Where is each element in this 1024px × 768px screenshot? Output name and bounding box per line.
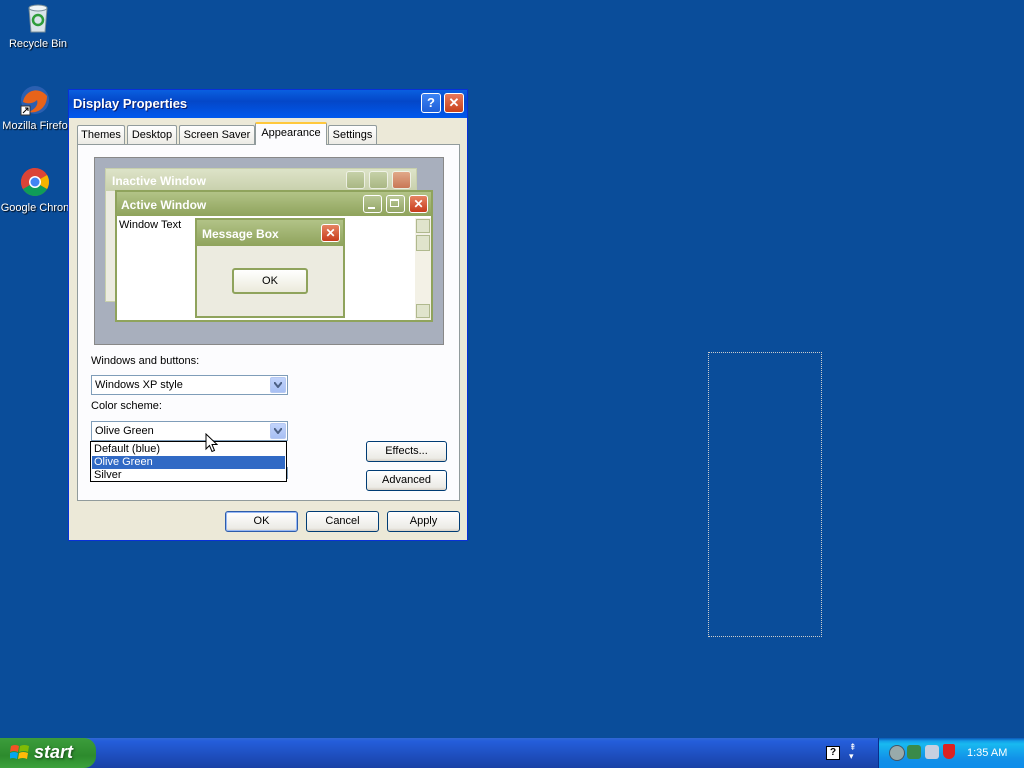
desktop-icon-label: Recycle Bin bbox=[8, 38, 68, 50]
preview-active-title: Active Window bbox=[121, 198, 207, 212]
scroll-up-icon bbox=[416, 219, 430, 233]
windows-logo-icon bbox=[9, 744, 30, 765]
dropdown-option-default-blue[interactable]: Default (blue) bbox=[92, 443, 285, 456]
system-tray: 1:35 AM bbox=[878, 738, 1024, 768]
color-scheme-label: Color scheme: bbox=[91, 400, 162, 412]
start-button[interactable]: start bbox=[0, 738, 96, 768]
desktop-icon-label: Google Chron bbox=[0, 202, 70, 214]
advanced-button[interactable]: Advanced bbox=[366, 470, 447, 491]
desktop-selection-rectangle bbox=[708, 352, 822, 637]
close-icon: ✕ bbox=[448, 95, 460, 110]
scroll-down-icon bbox=[416, 304, 430, 318]
sound-tray-icon[interactable] bbox=[889, 745, 905, 761]
tab-settings[interactable]: Settings bbox=[328, 125, 377, 144]
help-icon: ? bbox=[427, 95, 435, 110]
start-label: start bbox=[34, 742, 74, 762]
scroll-thumb bbox=[416, 235, 430, 251]
help-button[interactable]: ? bbox=[421, 93, 441, 113]
firefox-icon bbox=[19, 84, 51, 116]
cancel-button[interactable]: Cancel bbox=[306, 511, 379, 532]
help-tray-icon[interactable]: ? bbox=[826, 746, 840, 760]
appearance-preview: Inactive Window Active Window ✕ Window T… bbox=[94, 157, 444, 345]
preview-inactive-title-bar: Inactive Window bbox=[106, 169, 416, 191]
dropdown-option-silver[interactable]: Silver bbox=[92, 469, 285, 482]
close-button[interactable]: ✕ bbox=[444, 93, 464, 113]
maximize-icon bbox=[369, 171, 388, 189]
mouse-cursor-icon bbox=[205, 432, 219, 456]
window-title: Display Properties bbox=[73, 96, 188, 111]
dropdown-option-olive-green[interactable]: Olive Green bbox=[92, 456, 285, 469]
title-bar[interactable]: Display Properties ? ✕ bbox=[69, 90, 467, 118]
chevron-down-icon[interactable] bbox=[270, 423, 286, 439]
tab-appearance[interactable]: Appearance bbox=[255, 122, 327, 145]
recycle-bin-icon bbox=[22, 2, 54, 34]
tab-screen-saver[interactable]: Screen Saver bbox=[179, 125, 255, 144]
windows-buttons-label: Windows and buttons: bbox=[91, 355, 200, 367]
preview-message-box-title: Message Box bbox=[202, 227, 279, 241]
chevron-down-icon[interactable] bbox=[270, 377, 286, 393]
color-scheme-dropdown-list: Default (blue) Olive Green Silver bbox=[90, 441, 287, 482]
preview-active-title-bar: Active Window ✕ bbox=[117, 192, 431, 216]
tab-themes[interactable]: Themes bbox=[77, 125, 125, 144]
close-icon: ✕ bbox=[409, 195, 428, 213]
preview-window-text: Window Text bbox=[119, 219, 182, 231]
desktop-icon-recycle-bin[interactable]: Recycle Bin bbox=[0, 2, 76, 50]
maximize-icon bbox=[386, 195, 405, 213]
windows-buttons-select[interactable]: Windows XP style bbox=[91, 375, 288, 395]
desktop-icon-chrome[interactable]: Google Chron bbox=[0, 166, 73, 214]
close-icon bbox=[392, 171, 411, 189]
apply-button[interactable]: Apply bbox=[387, 511, 460, 532]
minimize-icon bbox=[363, 195, 382, 213]
desktop-icon-firefox[interactable]: Mozilla Firefo bbox=[0, 84, 73, 132]
taskbar-clock[interactable]: 1:35 AM bbox=[967, 747, 1007, 759]
preview-ok-button: OK bbox=[232, 268, 308, 294]
security-tray-icon[interactable] bbox=[925, 745, 939, 759]
preview-inactive-title: Inactive Window bbox=[112, 174, 206, 188]
minimize-icon bbox=[346, 171, 365, 189]
shield-tray-icon[interactable] bbox=[943, 744, 955, 759]
tray-expand-icon[interactable]: ⇞ ▾ bbox=[849, 743, 857, 761]
close-icon: ✕ bbox=[321, 224, 340, 242]
preview-scrollbar bbox=[415, 218, 431, 320]
network-tray-icon[interactable] bbox=[907, 745, 921, 759]
preview-message-box-title-bar: Message Box ✕ bbox=[197, 220, 343, 246]
tab-desktop[interactable]: Desktop bbox=[127, 125, 177, 144]
preview-message-box: Message Box ✕ OK bbox=[195, 218, 345, 318]
taskbar: start ? ⇞ ▾ 1:35 AM bbox=[0, 738, 1024, 768]
effects-button[interactable]: Effects... bbox=[366, 441, 447, 462]
color-scheme-value: Olive Green bbox=[95, 425, 154, 437]
desktop-icon-label: Mozilla Firefo bbox=[2, 120, 68, 132]
windows-buttons-value: Windows XP style bbox=[95, 379, 183, 391]
chrome-icon bbox=[19, 166, 51, 198]
color-scheme-select[interactable]: Olive Green bbox=[91, 421, 288, 441]
ok-button[interactable]: OK bbox=[225, 511, 298, 532]
